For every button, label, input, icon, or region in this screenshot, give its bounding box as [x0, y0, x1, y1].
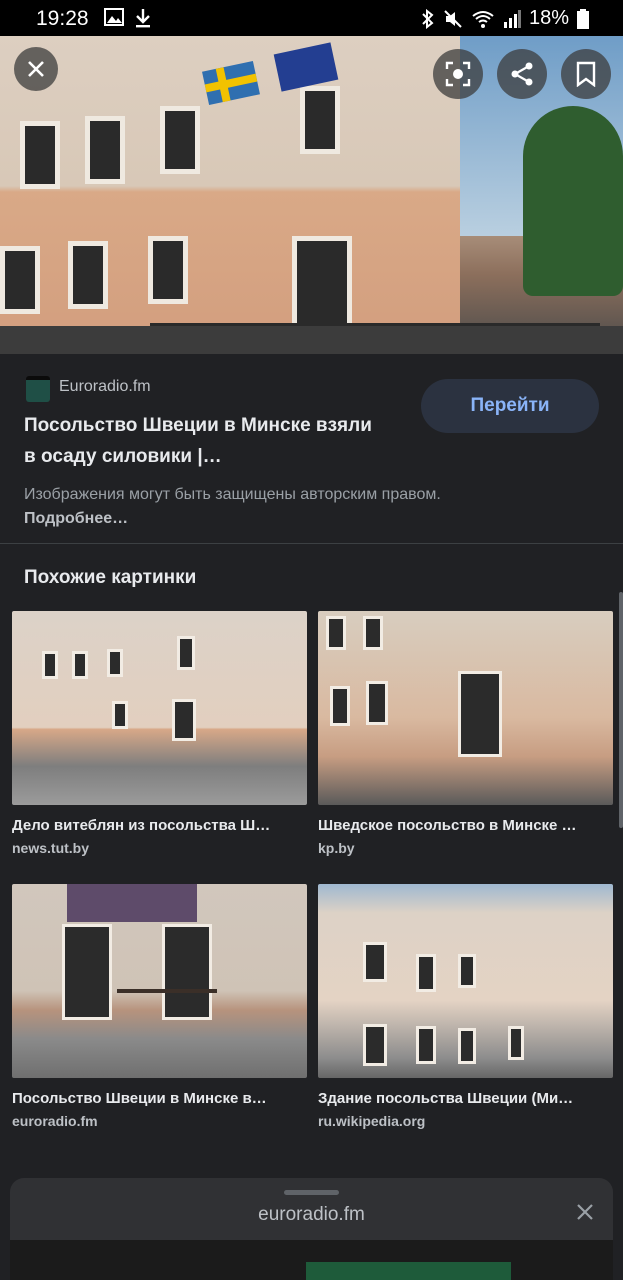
wifi-icon [472, 10, 494, 28]
bookmark-button[interactable] [561, 49, 611, 99]
gallery-icon [104, 8, 124, 26]
thumbnail-image [12, 884, 307, 1078]
card-site: news.tut.by [12, 840, 90, 856]
card-caption: Посольство Швеции в Минске в… [12, 1090, 267, 1107]
share-icon [511, 62, 533, 86]
close-icon [577, 1204, 593, 1220]
site-favicon-icon [26, 376, 50, 402]
card-caption: Дело витеблян из посольства Ш… [12, 817, 271, 834]
share-button[interactable] [497, 49, 547, 99]
similar-card[interactable]: Здание посольства Швеции (Ми… ru.wikiped… [318, 884, 613, 1129]
mute-icon [444, 9, 462, 28]
sheet-close-button[interactable] [571, 1198, 599, 1226]
download-icon [136, 9, 150, 28]
close-button[interactable] [14, 47, 58, 91]
fence [150, 323, 600, 348]
card-site: kp.by [318, 840, 355, 856]
card-site: euroradio.fm [12, 1113, 98, 1129]
similar-card[interactable]: Шведское посольство в Минске … kp.by [318, 611, 613, 856]
drag-handle[interactable] [284, 1190, 339, 1195]
lens-icon [445, 61, 471, 87]
open-button[interactable]: Перейти [421, 379, 599, 433]
similar-heading: Похожие картинки [24, 567, 197, 588]
battery-icon [577, 8, 589, 29]
scrollbar[interactable] [619, 592, 623, 828]
close-icon [28, 61, 44, 77]
card-caption: Шведское посольство в Минске … [318, 817, 577, 834]
copyright-text: Изображения могут быть защищены авторски… [24, 486, 441, 503]
more-link[interactable]: Подробнее… [24, 510, 128, 527]
status-time: 19:28 [36, 7, 89, 30]
thumbnail-image [318, 884, 613, 1078]
divider [0, 543, 623, 544]
similar-card[interactable]: Дело витеблян из посольства Ш… news.tut.… [12, 611, 307, 856]
source-site[interactable]: Euroradio.fm [59, 378, 151, 396]
status-bar: 19:28 18% [0, 0, 623, 36]
sheet-title: euroradio.fm [258, 1204, 365, 1225]
bottom-sheet[interactable]: euroradio.fm [10, 1178, 613, 1280]
sheet-preview [10, 1240, 613, 1280]
hero-image [0, 36, 623, 354]
source-panel: Euroradio.fm Посольство Швеции в Минске … [0, 354, 623, 543]
thumbnail-image [12, 611, 307, 805]
tree [523, 106, 623, 296]
card-caption: Здание посольства Швеции (Ми… [318, 1090, 574, 1107]
card-site: ru.wikipedia.org [318, 1113, 426, 1129]
similar-card[interactable]: Посольство Швеции в Минске в… euroradio.… [12, 884, 307, 1129]
bluetooth-icon [422, 8, 434, 29]
thumbnail-image [318, 611, 613, 805]
source-title[interactable]: Посольство Швеции в Минске взяли в осаду… [24, 410, 384, 472]
copyright-notice: Изображения могут быть защищены авторски… [24, 483, 474, 531]
battery-percent: 18% [528, 7, 569, 29]
bookmark-icon [576, 61, 596, 87]
lens-button[interactable] [433, 49, 483, 99]
signal-icon [503, 9, 521, 28]
